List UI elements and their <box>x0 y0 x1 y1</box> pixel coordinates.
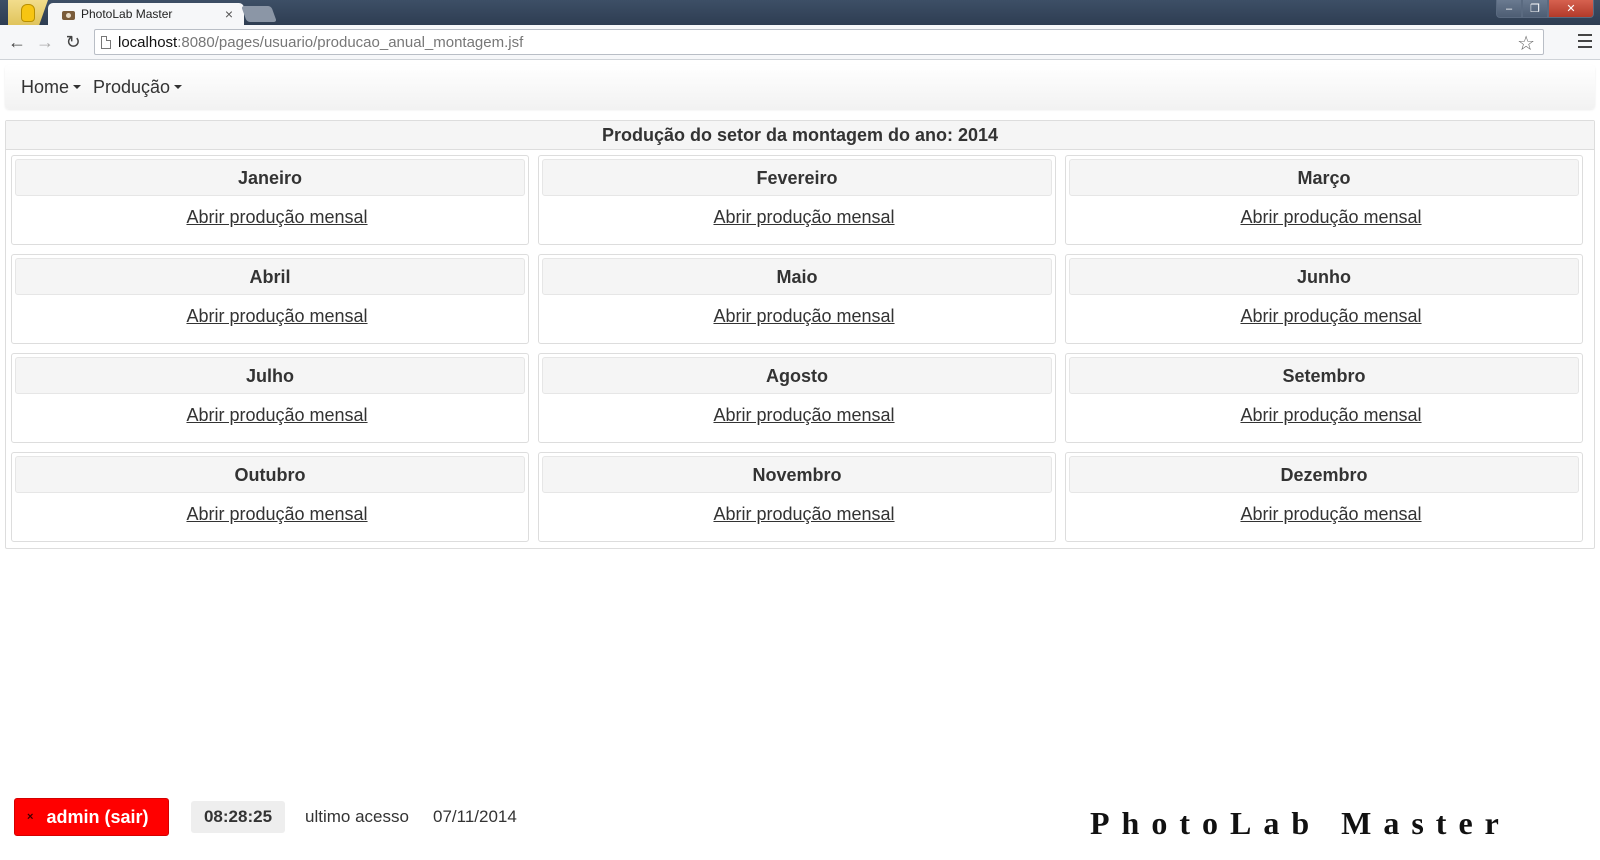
photolab-logo: PhotoLab Master <box>1090 805 1511 841</box>
month-name: Março <box>1069 159 1579 196</box>
month-card-novembro: Novembro Abrir produção mensal <box>538 452 1056 542</box>
months-grid: Janeiro Abrir produção mensal Fevereiro … <box>11 155 1589 542</box>
session-clock: 08:28:25 <box>191 801 285 833</box>
logout-button[interactable]: × admin (sair) <box>14 798 169 836</box>
caret-down-icon <box>73 85 82 89</box>
browser-profile-icon[interactable] <box>8 0 48 25</box>
panel-title: Produção do setor da montagem do ano: 20… <box>6 121 1594 150</box>
month-card-dezembro: Dezembro Abrir produção mensal <box>1065 452 1583 542</box>
month-name: Junho <box>1069 258 1579 295</box>
last-access-date: 07/11/2014 <box>433 807 517 826</box>
nav-menu-home[interactable]: Home <box>21 76 82 98</box>
month-card-abril: Abril Abrir produção mensal <box>11 254 529 344</box>
open-monthly-production-link[interactable]: Abrir produção mensal <box>15 504 525 525</box>
month-name: Agosto <box>542 357 1052 394</box>
open-monthly-production-link[interactable]: Abrir produção mensal <box>15 207 525 228</box>
nav-menu-producao[interactable]: Produção <box>93 76 183 98</box>
tab-close-icon[interactable]: × <box>222 6 236 22</box>
open-monthly-production-link[interactable]: Abrir produção mensal <box>542 405 1052 426</box>
reload-icon[interactable]: ↻ <box>61 30 85 54</box>
back-arrow-icon[interactable]: ← <box>5 30 29 54</box>
open-monthly-production-link[interactable]: Abrir produção mensal <box>542 306 1052 327</box>
camera-favicon-icon <box>62 8 75 20</box>
month-name: Fevereiro <box>542 159 1052 196</box>
tab-title: PhotoLab Master <box>81 7 173 21</box>
forward-arrow-icon[interactable]: → <box>33 30 57 54</box>
browser-tab[interactable]: PhotoLab Master × <box>48 3 244 25</box>
open-monthly-production-link[interactable]: Abrir produção mensal <box>542 207 1052 228</box>
nav-menu-producao-label: Produção <box>93 76 171 97</box>
browser-titlebar: PhotoLab Master × – ❐ ✕ <box>0 0 1600 25</box>
month-card-janeiro: Janeiro Abrir produção mensal <box>11 155 529 245</box>
month-card-outubro: Outubro Abrir produção mensal <box>11 452 529 542</box>
open-monthly-production-link[interactable]: Abrir produção mensal <box>1069 306 1579 327</box>
nav-menu-home-label: Home <box>21 76 70 97</box>
month-name: Maio <box>542 258 1052 295</box>
month-name: Dezembro <box>1069 456 1579 493</box>
month-name: Janeiro <box>15 159 525 196</box>
new-tab-button[interactable] <box>241 6 277 22</box>
month-name: Novembro <box>542 456 1052 493</box>
url-host: localhost <box>118 33 178 51</box>
month-name: Julho <box>15 357 525 394</box>
window-close-icon[interactable]: ✕ <box>1548 0 1594 18</box>
hamburger-menu-icon[interactable] <box>1578 34 1592 48</box>
close-icon: × <box>27 811 34 823</box>
month-name: Abril <box>15 258 525 295</box>
annual-production-panel: Produção do setor da montagem do ano: 20… <box>5 120 1595 549</box>
browser-toolbar: ← → ↻ localhost:8080/pages/usuario/produ… <box>0 25 1600 60</box>
open-monthly-production-link[interactable]: Abrir produção mensal <box>1069 504 1579 525</box>
month-name: Setembro <box>1069 357 1579 394</box>
open-monthly-production-link[interactable]: Abrir produção mensal <box>542 504 1052 525</box>
month-card-agosto: Agosto Abrir produção mensal <box>538 353 1056 443</box>
month-name: Outubro <box>15 456 525 493</box>
month-card-maio: Maio Abrir produção mensal <box>538 254 1056 344</box>
caret-down-icon <box>174 85 183 89</box>
restore-icon[interactable]: ❐ <box>1522 0 1548 18</box>
month-card-junho: Junho Abrir produção mensal <box>1065 254 1583 344</box>
open-monthly-production-link[interactable]: Abrir produção mensal <box>1069 207 1579 228</box>
month-card-julho: Julho Abrir produção mensal <box>11 353 529 443</box>
open-monthly-production-link[interactable]: Abrir produção mensal <box>15 405 525 426</box>
page-icon <box>101 35 111 49</box>
month-card-fevereiro: Fevereiro Abrir produção mensal <box>538 155 1056 245</box>
star-icon[interactable]: ☆ <box>1517 31 1535 56</box>
minimize-icon[interactable]: – <box>1496 0 1522 18</box>
last-access-label: ultimo acesso <box>305 807 409 826</box>
url-path: :8080/pages/usuario/producao_anual_monta… <box>177 33 524 51</box>
open-monthly-production-link[interactable]: Abrir produção mensal <box>1069 405 1579 426</box>
url-bar[interactable]: localhost:8080/pages/usuario/producao_an… <box>94 29 1544 55</box>
app-navbar: Home Produção <box>5 65 1595 109</box>
month-card-setembro: Setembro Abrir produção mensal <box>1065 353 1583 443</box>
month-card-marco: Março Abrir produção mensal <box>1065 155 1583 245</box>
window-controls: – ❐ ✕ <box>1496 0 1594 18</box>
open-monthly-production-link[interactable]: Abrir produção mensal <box>15 306 525 327</box>
logout-label: admin (sair) <box>46 806 149 827</box>
